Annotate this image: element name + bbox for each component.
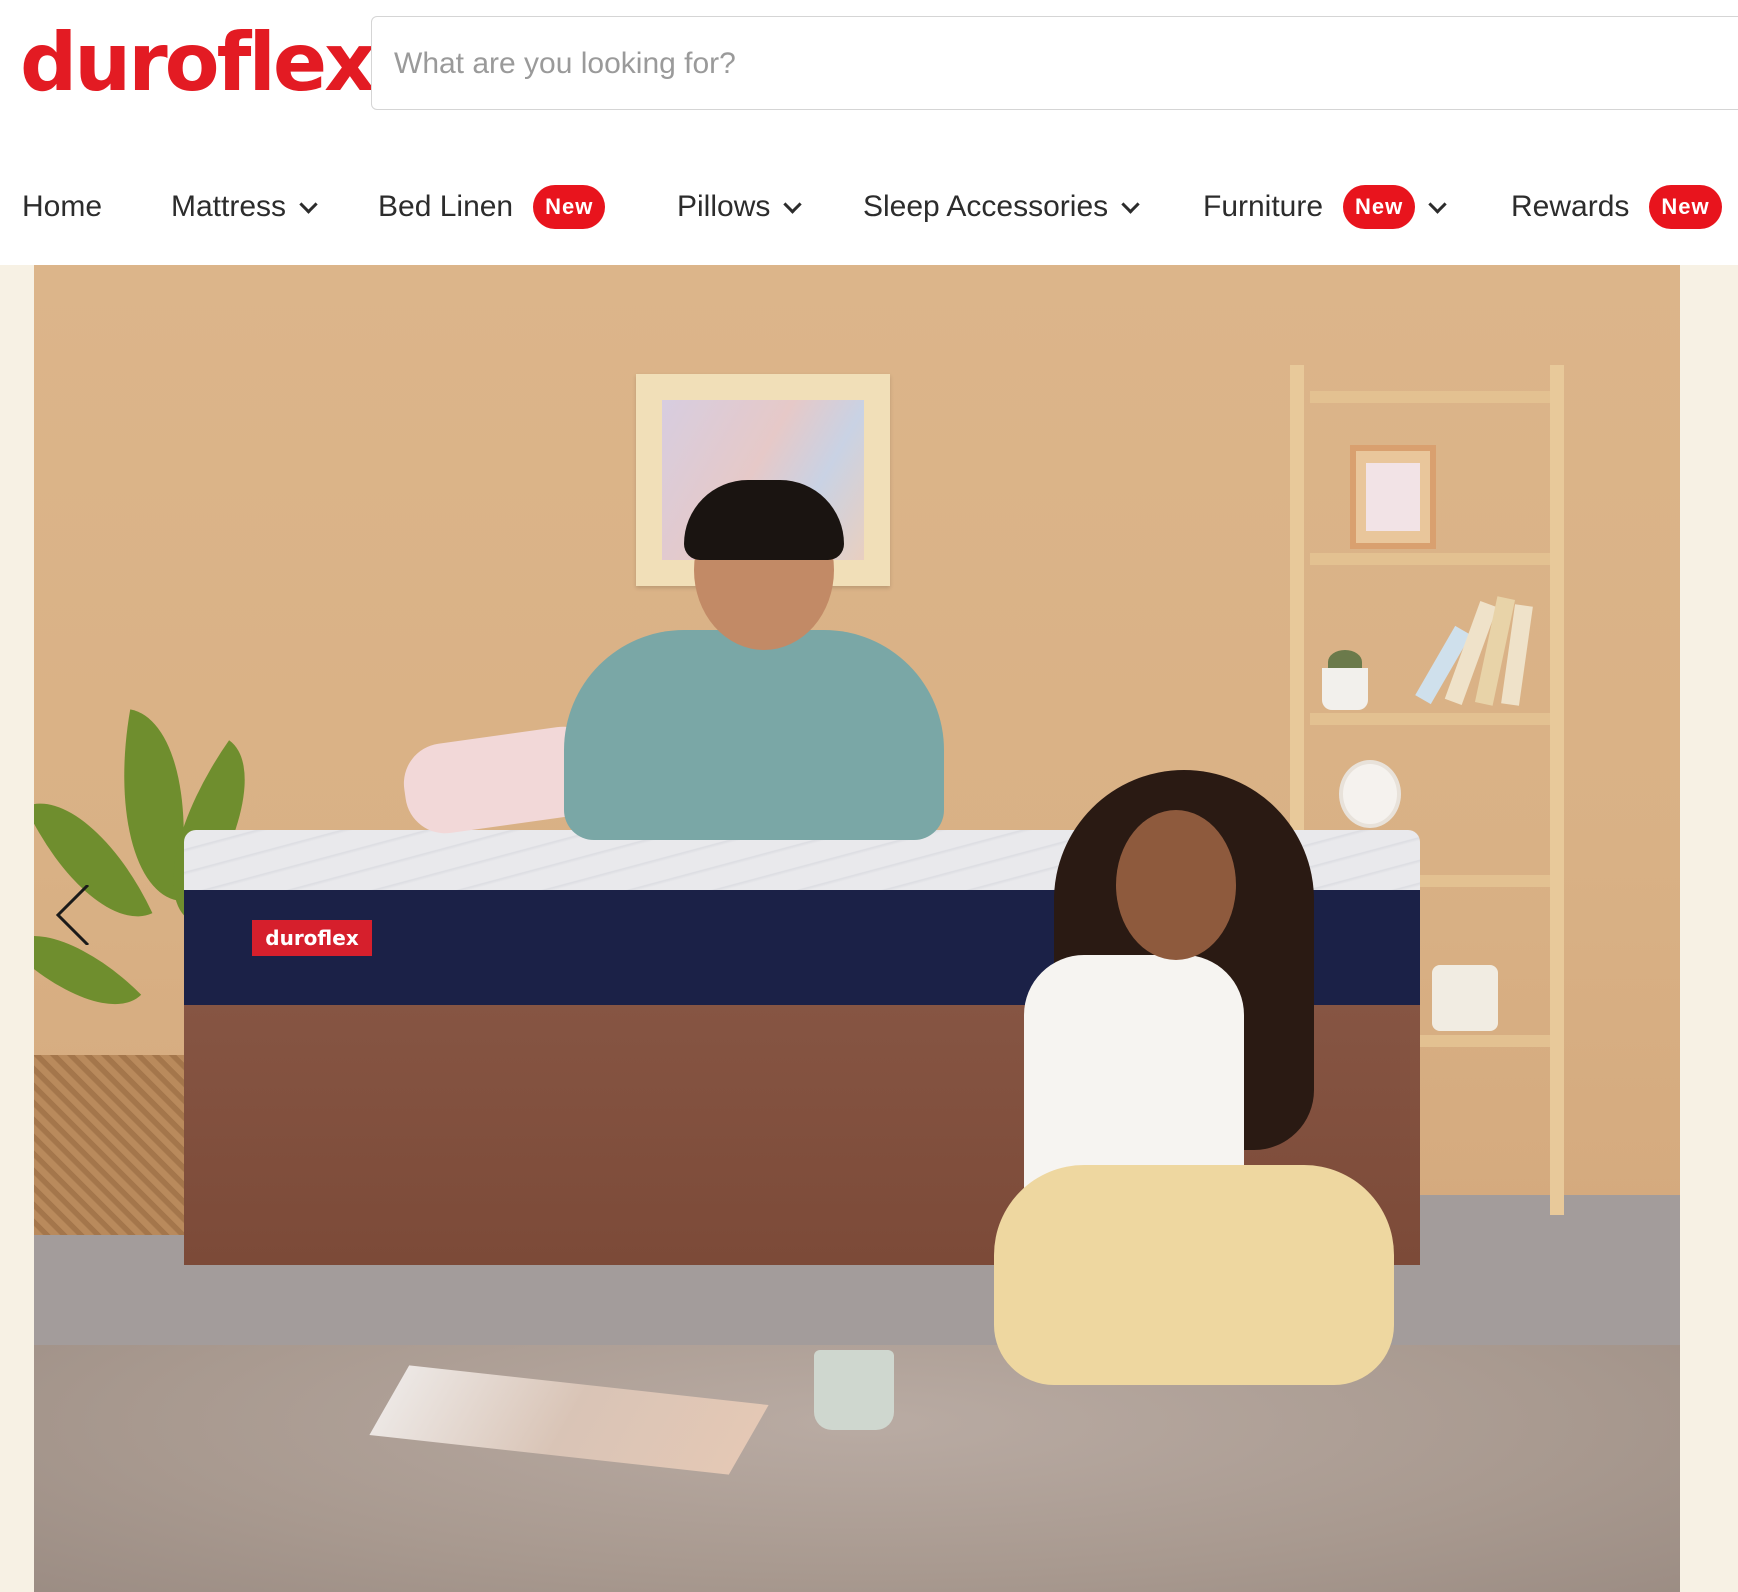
search-input[interactable]: [392, 17, 1736, 111]
new-badge: New: [533, 185, 606, 229]
nav-item-label: Pillows: [677, 190, 771, 223]
shelf-books: [1415, 595, 1534, 706]
nav-item-label: Rewards: [1511, 190, 1630, 223]
mattress-logo: duroflex: [252, 920, 372, 956]
site-header: duroflex Home Mattress Bed Linen New Pil…: [0, 0, 1738, 265]
shelf-board: [1310, 391, 1550, 403]
nav-item-furniture[interactable]: Furniture New: [1203, 180, 1447, 234]
chevron-down-icon: [1121, 194, 1140, 214]
chevron-down-icon: [1428, 194, 1447, 214]
plant-pot: [1322, 668, 1368, 710]
shelf-jar: [1432, 965, 1498, 1031]
nav-item-label: Furniture: [1203, 190, 1324, 223]
nav-item-rewards[interactable]: Rewards New: [1511, 180, 1722, 234]
shelf-board: [1310, 553, 1550, 565]
woman-pants: [994, 1165, 1394, 1385]
hero-banner-image[interactable]: duroflex: [34, 265, 1680, 1592]
chevron-left-icon: [55, 885, 90, 945]
duroflex-logo[interactable]: duroflex: [20, 18, 376, 108]
new-badge: New: [1343, 185, 1416, 229]
chevron-down-icon: [299, 194, 318, 214]
main-nav: Home Mattress Bed Linen New Pillows Slee…: [0, 180, 1738, 234]
chevron-down-icon: [783, 194, 803, 214]
nav-item-sleep-accessories[interactable]: Sleep Accessories: [863, 180, 1140, 234]
alarm-clock: [1339, 760, 1401, 828]
shelf-photo-frame: [1350, 445, 1436, 549]
search-bar[interactable]: [371, 16, 1738, 111]
nav-item-label: Home: [22, 190, 103, 223]
nav-item-label: Mattress: [171, 190, 287, 223]
nav-item-pillows[interactable]: Pillows: [677, 180, 803, 234]
plant-basket: [34, 1055, 184, 1235]
shelf-post: [1550, 365, 1564, 1215]
nav-item-bed-linen[interactable]: Bed Linen New: [378, 180, 606, 234]
new-badge: New: [1649, 185, 1722, 229]
shelf-board: [1310, 713, 1550, 725]
carousel-prev-button[interactable]: [52, 885, 112, 945]
coffee-mug: [814, 1350, 894, 1430]
nav-item-label: Sleep Accessories: [863, 190, 1109, 223]
woman-head: [1116, 810, 1236, 960]
man-body: [564, 630, 944, 840]
nav-item-home[interactable]: Home: [22, 180, 102, 234]
nav-item-label: Bed Linen: [378, 190, 514, 223]
nav-item-mattress[interactable]: Mattress: [171, 180, 318, 234]
